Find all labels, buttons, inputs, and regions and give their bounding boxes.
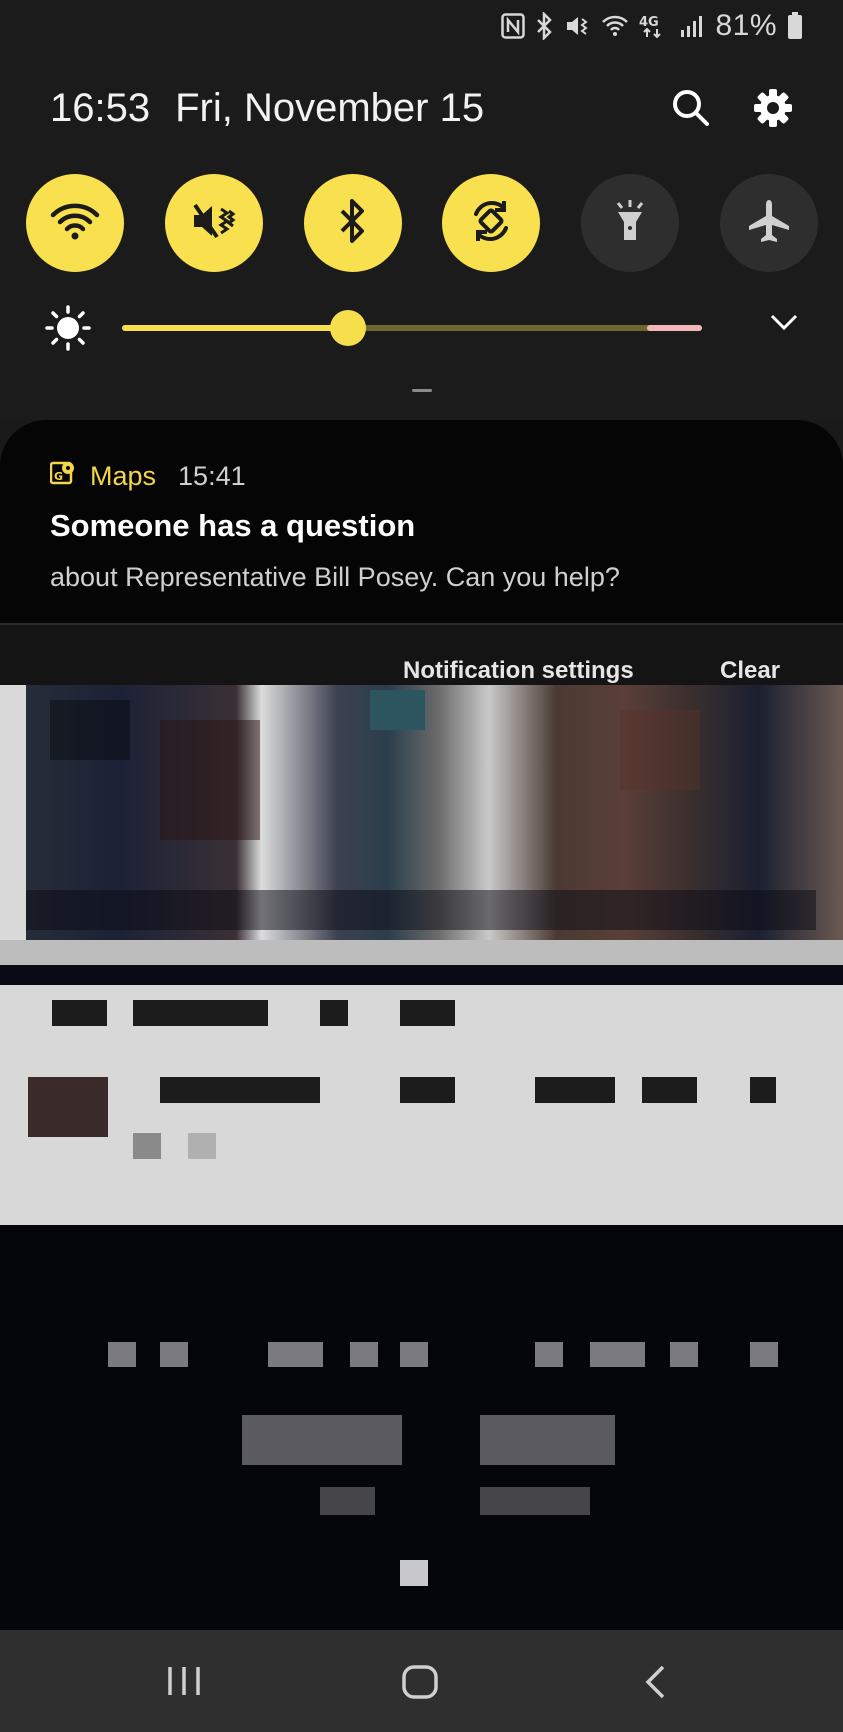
search-icon[interactable] xyxy=(671,88,711,128)
blurred-dark-area xyxy=(0,1225,843,1630)
date: Fri, November 15 xyxy=(175,85,485,130)
gear-icon[interactable] xyxy=(753,88,793,128)
cellular-signal-icon xyxy=(679,14,705,38)
battery-percent: 81% xyxy=(715,9,777,42)
toggle-bluetooth[interactable] xyxy=(303,174,402,272)
airplane-icon xyxy=(746,198,792,249)
vibrate-icon xyxy=(191,201,237,246)
rotate-icon xyxy=(468,198,514,249)
notification-time: 15:41 xyxy=(178,461,246,491)
maps-app-icon: G xyxy=(49,460,76,493)
clear-button[interactable]: Clear xyxy=(720,657,780,685)
panel-header: 16:53 Fri, November 15 xyxy=(50,80,793,136)
notification-card[interactable]: G Maps 15:41 Someone has a question abou… xyxy=(0,420,843,624)
wifi-icon xyxy=(601,14,629,38)
brightness-fill xyxy=(122,325,349,331)
battery-icon xyxy=(787,12,803,40)
flashlight-icon xyxy=(610,198,650,249)
svg-text:4G: 4G xyxy=(639,15,659,30)
brightness-warning-zone xyxy=(647,325,702,331)
blurred-card xyxy=(0,985,843,1225)
wifi-icon xyxy=(50,201,100,246)
toggle-airplane-mode[interactable] xyxy=(719,174,818,272)
nfc-icon xyxy=(501,13,526,39)
navigation-bar xyxy=(0,1630,843,1732)
blurred-image xyxy=(0,660,843,965)
notification-body: about Representative Bill Posey. Can you… xyxy=(50,562,620,592)
status-bar: 4G 81% xyxy=(501,6,803,46)
recent-apps-button[interactable] xyxy=(166,1664,202,1698)
brightness-control xyxy=(44,300,799,356)
network-4g-icon: 4G xyxy=(639,13,669,39)
panel-drag-handle[interactable] xyxy=(412,389,432,392)
notification-settings-button[interactable]: Notification settings xyxy=(403,657,634,685)
toggle-sound[interactable] xyxy=(164,174,263,272)
background-app-blurred xyxy=(0,660,843,1630)
bluetooth-icon xyxy=(338,198,368,249)
notification-title: Someone has a question xyxy=(50,508,416,543)
notification-actions: Notification settings Clear xyxy=(0,625,843,685)
toggle-wifi[interactable] xyxy=(26,174,124,272)
quick-toggles xyxy=(26,174,818,272)
brightness-thumb[interactable] xyxy=(330,310,367,346)
clock: 16:53 xyxy=(50,85,151,130)
back-button[interactable] xyxy=(643,1664,667,1700)
brightness-slider[interactable] xyxy=(122,310,702,346)
sun-icon xyxy=(44,304,92,357)
mute-vibrate-icon xyxy=(565,13,591,39)
toggle-auto-rotate[interactable] xyxy=(442,174,541,272)
bluetooth-icon xyxy=(535,12,555,40)
toggle-flashlight[interactable] xyxy=(581,174,680,272)
svg-text:G: G xyxy=(54,470,63,483)
home-button[interactable] xyxy=(401,1664,439,1700)
notification-app-name: Maps xyxy=(90,461,157,491)
chevron-down-icon[interactable] xyxy=(769,312,799,337)
quick-panel: 4G 81% 16:53 Fri, November 15 xyxy=(0,0,843,420)
